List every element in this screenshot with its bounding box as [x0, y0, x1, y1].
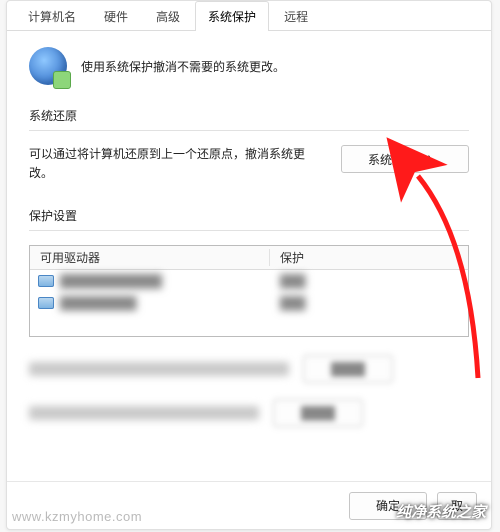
column-header-drives: 可用驱动器 [30, 249, 270, 266]
watermark-brand: 纯净系统之家 [396, 501, 486, 522]
intro-text: 使用系统保护撤消不需要的系统更改。 [81, 58, 285, 75]
tab-system-protection[interactable]: 系统保护 [195, 1, 269, 31]
system-restore-description: 可以通过将计算机还原到上一个还原点，撤消系统更改。 [29, 145, 325, 183]
tab-remote[interactable]: 远程 [271, 1, 321, 31]
drive-name: ████████████ [60, 274, 220, 288]
tab-strip: 计算机名 硬件 高级 系统保护 远程 [7, 1, 491, 31]
configure-row: ████ [29, 355, 469, 383]
drive-row[interactable]: ████████████ ███ [30, 270, 468, 292]
drive-icon [38, 275, 54, 287]
configure-description [29, 362, 289, 376]
divider [29, 130, 469, 131]
system-restore-row: 可以通过将计算机还原到上一个还原点，撤消系统更改。 系统还原(S)... [29, 145, 469, 183]
drive-icon [38, 297, 54, 309]
create-button[interactable]: ████ [273, 399, 363, 427]
drives-list[interactable]: 可用驱动器 保护 ████████████ ███ █████████ ███ [29, 245, 469, 337]
system-properties-dialog: 计算机名 硬件 高级 系统保护 远程 使用系统保护撤消不需要的系统更改。 系统还… [6, 0, 492, 530]
intro-row: 使用系统保护撤消不需要的系统更改。 [29, 47, 469, 85]
dialog-body: 使用系统保护撤消不需要的系统更改。 系统还原 可以通过将计算机还原到上一个还原点… [7, 31, 491, 481]
tab-computer-name[interactable]: 计算机名 [15, 1, 89, 31]
create-description [29, 406, 259, 420]
drive-protection-status: ███ [280, 296, 306, 310]
configure-button[interactable]: ████ [303, 355, 393, 383]
create-row: ████ [29, 399, 469, 427]
system-restore-button[interactable]: 系统还原(S)... [341, 145, 469, 173]
column-header-protection: 保护 [270, 249, 468, 266]
drive-name: █████████ [60, 296, 190, 310]
group-label-system-restore: 系统还原 [29, 107, 469, 128]
drive-row[interactable]: █████████ ███ [30, 292, 468, 314]
group-label-protection-settings: 保护设置 [29, 207, 469, 228]
system-protection-icon [29, 47, 67, 85]
divider [29, 230, 469, 231]
watermark-url: www.kzmyhome.com [12, 509, 142, 524]
drives-list-header: 可用驱动器 保护 [30, 246, 468, 270]
tab-advanced[interactable]: 高级 [143, 1, 193, 31]
tab-hardware[interactable]: 硬件 [91, 1, 141, 31]
drive-protection-status: ███ [280, 274, 306, 288]
